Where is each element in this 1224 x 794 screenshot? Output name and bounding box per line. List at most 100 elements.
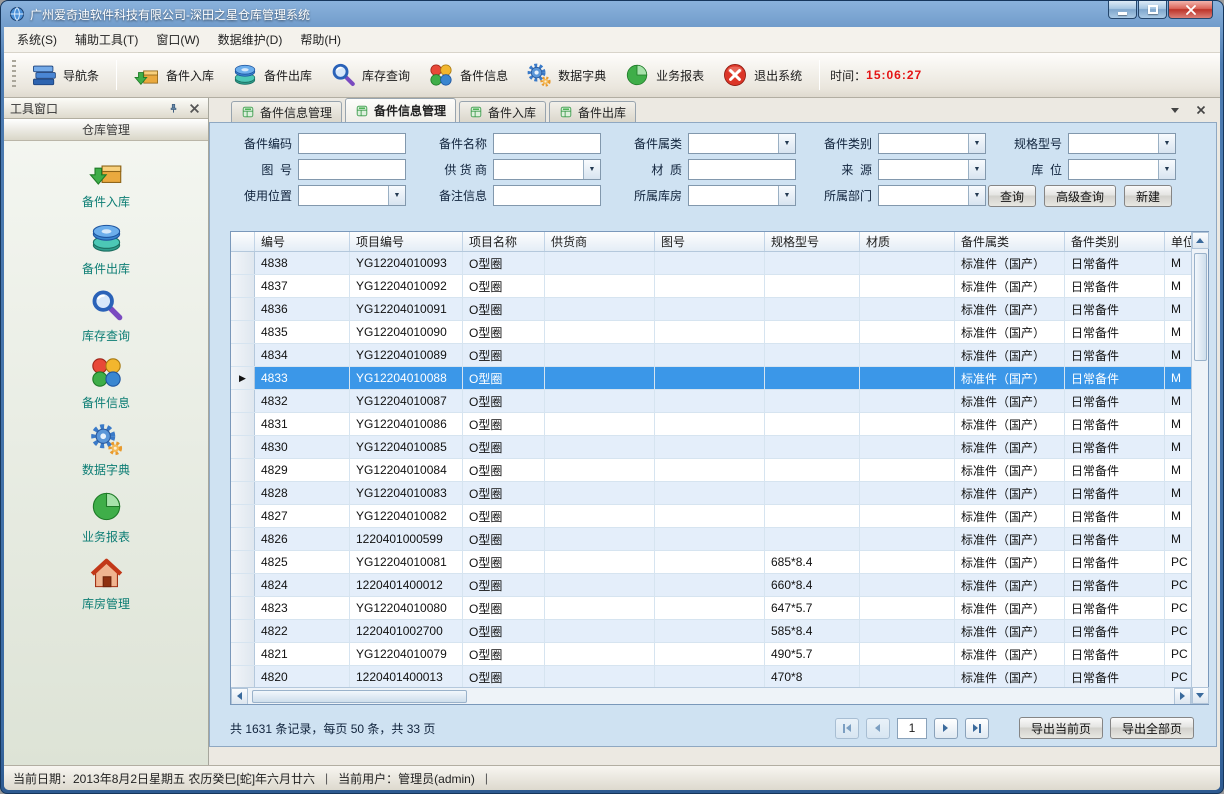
table-row[interactable]: 4825YG12204010081O型圈685*8.4标准件（国产）日常备件PC	[231, 551, 1191, 574]
supplier-input[interactable]: ▼	[493, 159, 601, 180]
vertical-scroll-thumb[interactable]	[1194, 253, 1207, 361]
minimize-button[interactable]	[1108, 1, 1137, 19]
table-row[interactable]: ▶4833YG12204010088O型圈标准件（国产）日常备件M	[231, 367, 1191, 390]
table-row[interactable]: 4838YG12204010093O型圈标准件（国产）日常备件M	[231, 252, 1191, 275]
column-header-4[interactable]: 供货商	[545, 232, 655, 251]
table-row[interactable]: 4828YG12204010083O型圈标准件（国产）日常备件M	[231, 482, 1191, 505]
column-header-7[interactable]: 材质	[860, 232, 955, 251]
table-row[interactable]: 4821YG12204010079O型圈490*5.7标准件（国产）日常备件PC	[231, 643, 1191, 666]
last-page-button[interactable]	[965, 718, 989, 739]
location-input[interactable]: ▼	[1068, 159, 1176, 180]
chevron-down-icon[interactable]: ▼	[968, 134, 985, 153]
sidebar-item-7[interactable]: 库房管理	[4, 552, 208, 616]
sidebar-item-1[interactable]: 备件入库	[4, 150, 208, 214]
scroll-up-button[interactable]	[1192, 232, 1209, 249]
column-header-5[interactable]: 图号	[655, 232, 765, 251]
column-header-1[interactable]: 编号	[255, 232, 350, 251]
sidebar-item-6[interactable]: 业务报表	[4, 485, 208, 549]
sidebar-item-3[interactable]: 库存查询	[4, 284, 208, 348]
chevron-down-icon[interactable]: ▼	[778, 134, 795, 153]
advanced-query-button[interactable]: 高级查询	[1044, 185, 1116, 207]
toolbar-button-7[interactable]: 业务报表	[615, 56, 713, 94]
tab-3[interactable]: 备件入库	[459, 101, 546, 122]
sidebar-item-4[interactable]: 备件信息	[4, 351, 208, 415]
export-current-page-button[interactable]: 导出当前页	[1019, 717, 1103, 739]
first-page-button[interactable]	[835, 718, 859, 739]
toolbar-button-8[interactable]: 退出系统	[713, 56, 811, 94]
toolbar-button-6[interactable]: 数据字典	[517, 56, 615, 94]
menu-item-2[interactable]: 辅助工具(T)	[66, 27, 147, 53]
maximize-button[interactable]	[1138, 1, 1167, 19]
menu-item-5[interactable]: 帮助(H)	[291, 27, 350, 53]
close-button[interactable]	[1168, 1, 1213, 19]
toolbar-button-2[interactable]: 备件入库	[125, 56, 223, 94]
table-row[interactable]: 4837YG12204010092O型圈标准件（国产）日常备件M	[231, 275, 1191, 298]
titlebar[interactable]: 广州爱奇迪软件科技有限公司-深田之星仓库管理系统	[1, 1, 1223, 27]
remark-input[interactable]	[493, 185, 601, 206]
table-row[interactable]: 4834YG12204010089O型圈标准件（国产）日常备件M	[231, 344, 1191, 367]
next-page-button[interactable]	[934, 718, 958, 739]
tab-4[interactable]: 备件出库	[549, 101, 636, 122]
sidebar-item-5[interactable]: 数据字典	[4, 418, 208, 482]
column-header-6[interactable]: 规格型号	[765, 232, 860, 251]
toolbar-button-1[interactable]: 导航条	[22, 56, 108, 94]
table-row[interactable]: 4831YG12204010086O型圈标准件（国产）日常备件M	[231, 413, 1191, 436]
table-row[interactable]: 4832YG12204010087O型圈标准件（国产）日常备件M	[231, 390, 1191, 413]
chevron-down-icon[interactable]: ▼	[583, 160, 600, 179]
part-name-input[interactable]	[493, 133, 601, 154]
column-header-3[interactable]: 项目名称	[463, 232, 545, 251]
horizontal-scroll-thumb[interactable]	[252, 690, 467, 703]
scroll-down-button[interactable]	[1192, 687, 1209, 704]
part-code-input[interactable]	[298, 133, 406, 154]
tab-list-button[interactable]	[1168, 103, 1182, 117]
part-class-input[interactable]: ▼	[878, 133, 986, 154]
table-row[interactable]: 4830YG12204010085O型圈标准件（国产）日常备件M	[231, 436, 1191, 459]
chevron-down-icon[interactable]: ▼	[968, 186, 985, 205]
chevron-down-icon[interactable]: ▼	[1158, 134, 1175, 153]
table-row[interactable]: 48201220401400013O型圈470*8标准件（国产）日常备件PC	[231, 666, 1191, 687]
table-row[interactable]: 48221220401002700O型圈585*8.4标准件（国产）日常备件PC	[231, 620, 1191, 643]
column-header-9[interactable]: 备件类别	[1065, 232, 1165, 251]
column-header-8[interactable]: 备件属类	[955, 232, 1065, 251]
tab-1[interactable]: 备件信息管理	[231, 101, 342, 122]
pin-button[interactable]	[166, 101, 181, 116]
material-input[interactable]	[688, 159, 796, 180]
toolbar-grip[interactable]	[12, 60, 16, 90]
menu-item-4[interactable]: 数据维护(D)	[209, 27, 292, 53]
chevron-down-icon[interactable]: ▼	[388, 186, 405, 205]
column-header-10[interactable]: 单位	[1165, 232, 1191, 251]
toolbar-button-3[interactable]: 备件出库	[223, 56, 321, 94]
warehouse-input[interactable]: ▼	[688, 185, 796, 206]
department-input[interactable]: ▼	[878, 185, 986, 206]
toolbar-button-5[interactable]: 备件信息	[419, 56, 517, 94]
table-row[interactable]: 4827YG12204010082O型圈标准件（国产）日常备件M	[231, 505, 1191, 528]
part-category-input[interactable]: ▼	[688, 133, 796, 154]
use-position-input[interactable]: ▼	[298, 185, 406, 206]
drawing-no-input[interactable]	[298, 159, 406, 180]
menu-item-3[interactable]: 窗口(W)	[147, 27, 208, 53]
query-button[interactable]: 查询	[988, 185, 1036, 207]
table-row[interactable]: 4829YG12204010084O型圈标准件（国产）日常备件M	[231, 459, 1191, 482]
prev-page-button[interactable]	[866, 718, 890, 739]
sidebar-close-button[interactable]	[187, 101, 202, 116]
page-number-input[interactable]: 1	[897, 718, 927, 739]
table-row[interactable]: 48261220401000599O型圈标准件（国产）日常备件M	[231, 528, 1191, 551]
spec-model-input[interactable]: ▼	[1068, 133, 1176, 154]
table-row[interactable]: 48241220401400012O型圈660*8.4标准件（国产）日常备件PC	[231, 574, 1191, 597]
table-row[interactable]: 4836YG12204010091O型圈标准件（国产）日常备件M	[231, 298, 1191, 321]
tab-2[interactable]: 备件信息管理	[345, 98, 456, 122]
scroll-left-button[interactable]	[231, 688, 248, 705]
table-row[interactable]: 4835YG12204010090O型圈标准件（国产）日常备件M	[231, 321, 1191, 344]
export-all-pages-button[interactable]: 导出全部页	[1110, 717, 1194, 739]
sidebar-group-header[interactable]: 仓库管理	[4, 119, 208, 141]
horizontal-scrollbar[interactable]	[231, 687, 1191, 704]
vertical-scrollbar[interactable]	[1191, 232, 1208, 704]
scroll-right-button[interactable]	[1174, 688, 1191, 705]
chevron-down-icon[interactable]: ▼	[968, 160, 985, 179]
chevron-down-icon[interactable]: ▼	[1158, 160, 1175, 179]
table-row[interactable]: 4823YG12204010080O型圈647*5.7标准件（国产）日常备件PC	[231, 597, 1191, 620]
source-input[interactable]: ▼	[878, 159, 986, 180]
column-header-2[interactable]: 项目编号	[350, 232, 463, 251]
new-button[interactable]: 新建	[1124, 185, 1172, 207]
tab-close-button[interactable]	[1194, 103, 1208, 117]
